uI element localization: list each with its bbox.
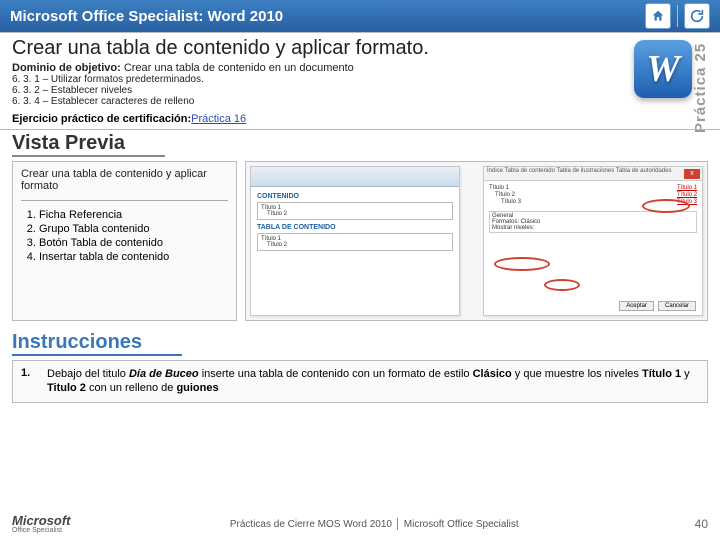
- sub-objective: 6. 3. 1 – Utilizar formatos predetermina…: [12, 74, 708, 85]
- instruction-number: 1.: [21, 367, 39, 396]
- preview-steps-panel: Crear una tabla de contenido y aplicar f…: [12, 161, 237, 321]
- header-nav: [645, 3, 710, 29]
- lesson-title: Crear una tabla de contenido y aplicar f…: [12, 37, 708, 60]
- sub-objective: 6. 3. 2 – Establecer niveles: [12, 85, 708, 96]
- objective-text: Crear una tabla de contenido en un docum…: [121, 62, 354, 74]
- slide: Microsoft Office Specialist: Word 2010 P…: [0, 0, 720, 540]
- cert-exercise-line: Ejercicio práctico de certificación:Prác…: [12, 113, 708, 125]
- divider: [21, 200, 228, 201]
- instruction-item: 1. Debajo del titulo Día de Buceo insert…: [12, 360, 708, 403]
- highlight-circle-icon: [642, 199, 690, 213]
- preview-step-list: Ficha Referencia Grupo Tabla contenido B…: [39, 209, 228, 263]
- back-button[interactable]: [684, 3, 710, 29]
- preview-title: Vista Previa: [12, 132, 165, 157]
- mini-doc-heading: CONTENIDO: [257, 193, 453, 200]
- list-item: Grupo Tabla contenido: [39, 223, 228, 235]
- dialog-buttons: Aceptar Cancelar: [619, 301, 696, 311]
- mini-toc-box: Título 1 Título 2: [257, 202, 453, 220]
- cert-label: Ejercicio práctico de certificación:: [12, 113, 191, 125]
- dialog-general: General Formatos: Clásico Mostrar nivele…: [489, 211, 697, 233]
- page-number: 40: [678, 517, 708, 531]
- highlight-circle-icon: [494, 257, 550, 271]
- footer-center: Prácticas de Cierre MOS Word 2010 │ Micr…: [71, 519, 679, 530]
- home-button[interactable]: [645, 3, 671, 29]
- mini-doc-area: CONTENIDO Título 1 Título 2 TABLA DE CON…: [251, 187, 459, 255]
- header-title: Microsoft Office Specialist: Word 2010: [10, 8, 283, 25]
- objective-label: Dominio de objetivo:: [12, 62, 121, 74]
- mini-doc-heading: TABLA DE CONTENIDO: [257, 224, 453, 231]
- preview-subheading: Crear una tabla de contenido y aplicar f…: [21, 168, 228, 192]
- instructions-title: Instrucciones: [12, 331, 182, 356]
- close-icon: x: [684, 169, 700, 179]
- preview-screenshots: CONTENIDO Título 1 Título 2 TABLA DE CON…: [245, 161, 708, 321]
- objective-line: Dominio de objetivo: Crear una tabla de …: [12, 62, 708, 74]
- ok-button: Aceptar: [619, 301, 654, 311]
- list-item: Ficha Referencia: [39, 209, 228, 221]
- preview-section: Vista Previa Crear una tabla de contenid…: [0, 130, 720, 327]
- microsoft-logo: Microsoft Office Specialist: [12, 514, 71, 534]
- home-icon: [651, 9, 665, 23]
- mini-dialog: x Índice Tabla de contenido Tabla de ilu…: [483, 166, 703, 316]
- header-bar: Microsoft Office Specialist: Word 2010: [0, 0, 720, 32]
- back-arrow-icon: [689, 8, 705, 24]
- instruction-text: Debajo del titulo Día de Buceo inserte u…: [47, 367, 699, 396]
- dialog-tabs: Índice Tabla de contenido Tabla de ilust…: [484, 167, 702, 181]
- sub-objective: 6. 3. 4 – Establecer caracteres de relle…: [12, 96, 708, 107]
- list-item: Insertar tabla de contenido: [39, 251, 228, 263]
- mini-word-window: CONTENIDO Título 1 Título 2 TABLA DE CON…: [250, 166, 460, 316]
- instructions-section: Instrucciones 1. Debajo del titulo Día d…: [0, 329, 720, 403]
- highlight-circle-icon: [544, 279, 580, 291]
- footer: Microsoft Office Specialist Prácticas de…: [0, 514, 720, 534]
- list-item: Botón Tabla de contenido: [39, 237, 228, 249]
- mini-toc-box: Título 1 Título 2: [257, 233, 453, 251]
- lesson-section: Crear una tabla de contenido y aplicar f…: [0, 32, 720, 130]
- cert-link[interactable]: Práctica 16: [191, 113, 246, 125]
- nav-separator: [677, 5, 678, 27]
- cancel-button: Cancelar: [658, 301, 696, 311]
- preview-body: Crear una tabla de contenido y aplicar f…: [12, 161, 708, 321]
- mini-ribbon: [251, 167, 459, 187]
